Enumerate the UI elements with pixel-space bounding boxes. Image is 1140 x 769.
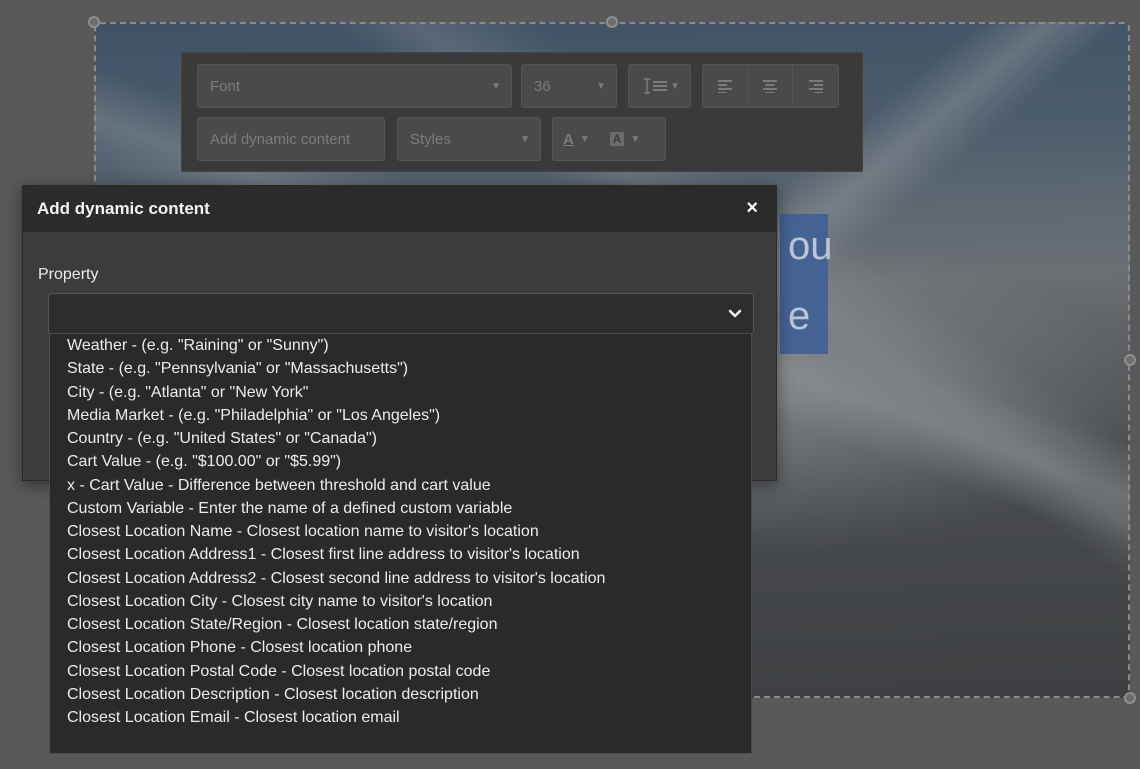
align-right-button[interactable] (793, 65, 838, 107)
option-closest-location-email[interactable]: Closest Location Email - Closest locatio… (50, 706, 751, 729)
align-center-icon (763, 80, 777, 93)
option-custom-variable[interactable]: Custom Variable - Enter the name of a de… (50, 497, 751, 520)
font-color-icon: A (563, 130, 574, 148)
option-country[interactable]: Country - (e.g. "United States" or "Cana… (50, 427, 751, 450)
option-closest-location-phone[interactable]: Closest Location Phone - Closest locatio… (50, 636, 751, 659)
resize-handle-top-left[interactable] (88, 16, 100, 28)
option-closest-location-address2[interactable]: Closest Location Address2 - Closest seco… (50, 567, 751, 590)
option-city[interactable]: City - (e.g. "Atlanta" or "New York" (50, 381, 751, 404)
line-height-icon (643, 78, 667, 94)
hero-text-line-2: e (788, 294, 811, 338)
caret-down-icon: ▼ (579, 133, 590, 145)
highlight-color-icon: A (609, 132, 625, 146)
option-cart-value-difference[interactable]: x - Cart Value - Difference between thre… (50, 474, 751, 497)
hero-text-line-1: ou (788, 224, 833, 268)
option-closest-location-city[interactable]: Closest Location City - Closest city nam… (50, 590, 751, 613)
property-select[interactable] (48, 293, 754, 335)
resize-handle-right-middle[interactable] (1124, 354, 1136, 366)
add-dynamic-content-label: Add dynamic content (210, 130, 351, 148)
caret-down-icon: ▼ (670, 81, 680, 92)
chevron-down-icon (728, 309, 742, 318)
property-label: Property (38, 266, 99, 283)
align-center-button[interactable] (748, 65, 793, 107)
hero-text-block[interactable]: ou e (780, 214, 833, 354)
text-color-button[interactable]: A ▼ A ▼ (552, 117, 666, 161)
option-closest-location-state-region[interactable]: Closest Location State/Region - Closest … (50, 613, 751, 636)
font-family-select[interactable]: Font ▼ (197, 64, 512, 108)
option-closest-location-description[interactable]: Closest Location Description - Closest l… (50, 683, 751, 706)
option-media-market[interactable]: Media Market - (e.g. "Philadelphia" or "… (50, 404, 751, 427)
font-size-select[interactable]: 36 ▼ (521, 64, 617, 108)
option-cart-value[interactable]: Cart Value - (e.g. "$100.00" or "$5.99") (50, 450, 751, 473)
caret-down-icon: ▼ (491, 81, 501, 92)
font-size-value: 36 (534, 77, 551, 95)
editor-canvas: ou e Font ▼ 36 ▼ ▼ Add dynamic content S… (0, 0, 1140, 769)
align-left-icon (718, 80, 732, 93)
text-format-toolbar: Font ▼ 36 ▼ ▼ Add dynamic content Styles… (181, 52, 863, 172)
close-icon[interactable]: × (746, 198, 758, 218)
font-family-label: Font (210, 77, 241, 95)
option-closest-location-address1[interactable]: Closest Location Address1 - Closest firs… (50, 543, 751, 566)
option-closest-location-name[interactable]: Closest Location Name - Closest location… (50, 520, 751, 543)
alignment-group (702, 64, 839, 108)
modal-header: Add dynamic content × (23, 186, 776, 232)
option-weather[interactable]: Weather - (e.g. "Raining" or "Sunny") (50, 334, 751, 357)
align-left-button[interactable] (703, 65, 748, 107)
caret-down-icon: ▼ (596, 81, 606, 92)
resize-handle-top-center[interactable] (606, 16, 618, 28)
option-state[interactable]: State - (e.g. "Pennsylvania" or "Massach… (50, 357, 751, 380)
option-closest-location-postal-code[interactable]: Closest Location Postal Code - Closest l… (50, 660, 751, 683)
caret-down-icon: ▼ (520, 134, 530, 145)
property-dropdown-list: Weather - (e.g. "Raining" or "Sunny") St… (49, 333, 752, 754)
line-height-button[interactable]: ▼ (628, 64, 691, 108)
resize-handle-bottom-right[interactable] (1124, 692, 1136, 704)
modal-title: Add dynamic content (37, 199, 210, 218)
add-dynamic-content-button[interactable]: Add dynamic content (197, 117, 385, 161)
styles-label: Styles (410, 130, 451, 148)
caret-down-icon: ▼ (630, 133, 641, 145)
align-right-icon (808, 80, 823, 93)
styles-select[interactable]: Styles ▼ (397, 117, 541, 161)
